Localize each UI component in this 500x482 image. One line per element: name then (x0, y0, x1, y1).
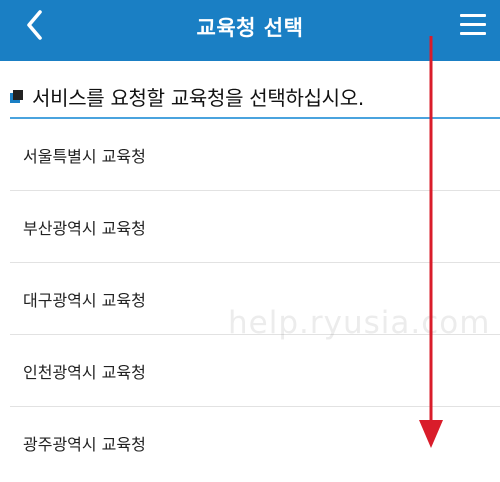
scroll-down-arrow-icon (419, 36, 443, 448)
hamburger-menu-icon (460, 14, 486, 17)
square-bullet-icon (10, 90, 24, 104)
menu-button[interactable] (460, 14, 486, 36)
watermark: help.ryusia.com (228, 305, 491, 341)
instruction-text: 서비스를 요청할 교육청을 선택하십시오. (32, 85, 364, 110)
instruction-heading: 서비스를 요청할 교육청을 선택하십시오. (10, 80, 364, 112)
